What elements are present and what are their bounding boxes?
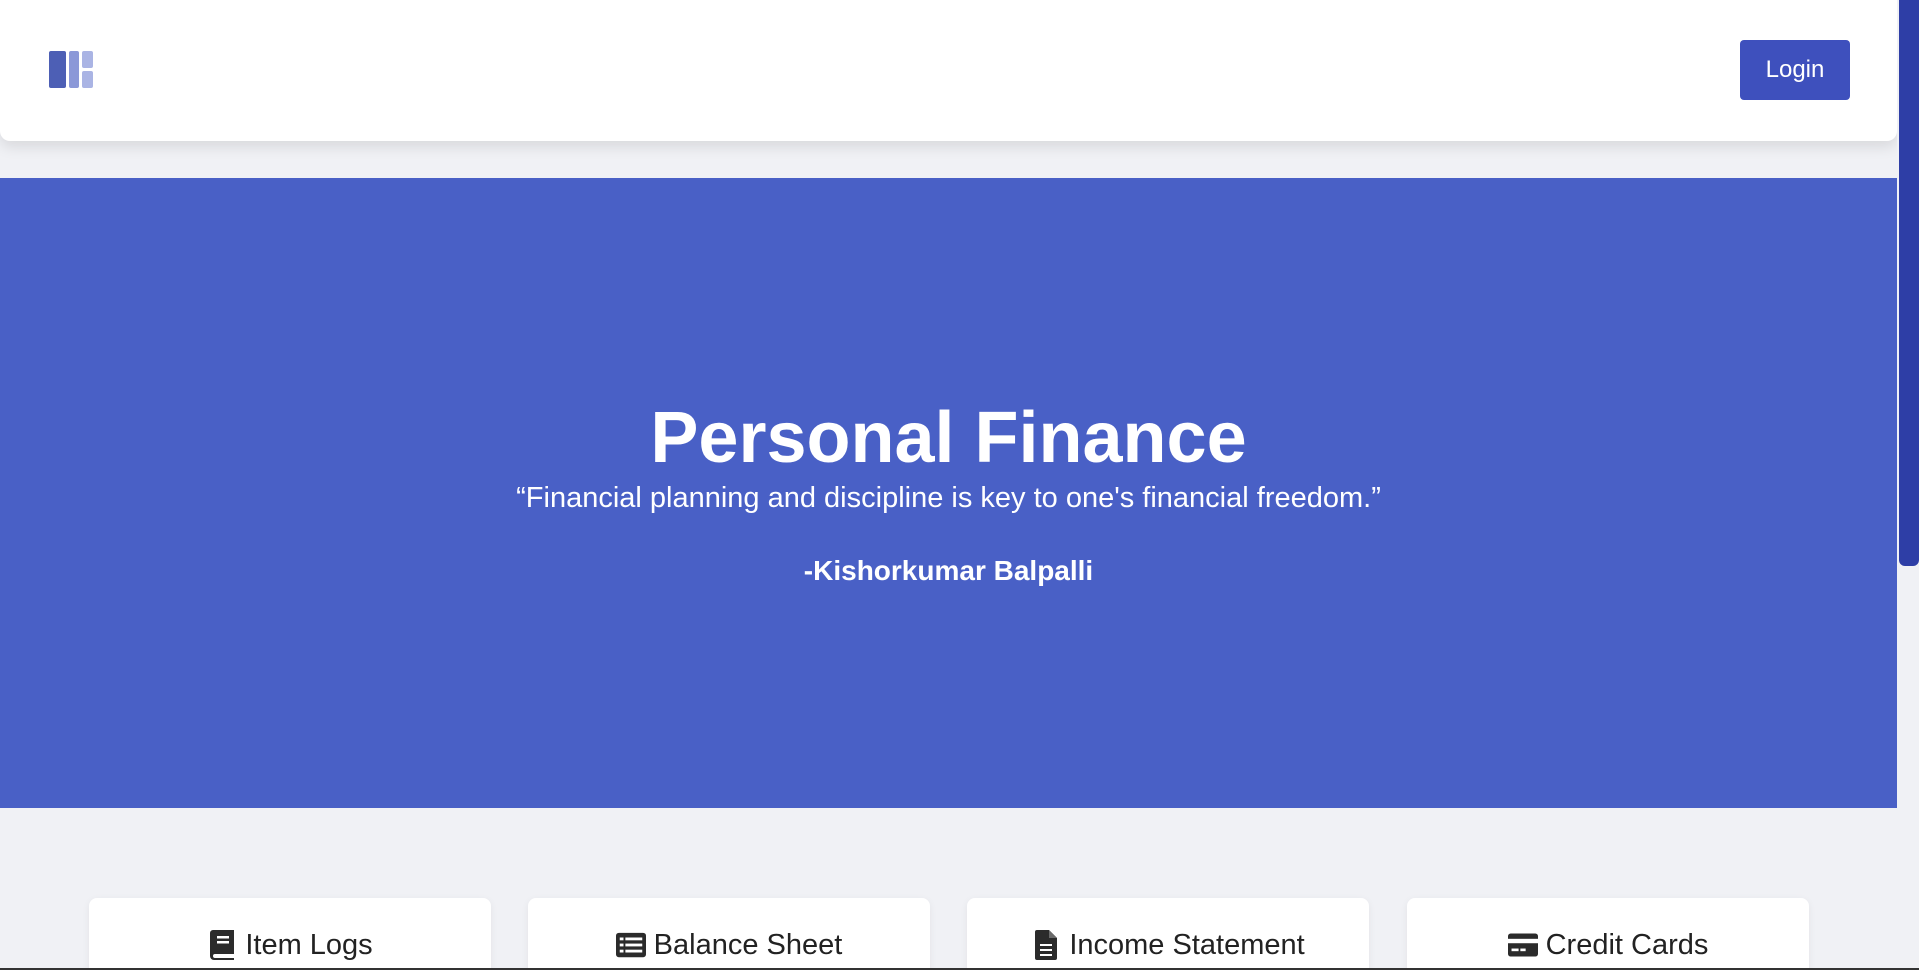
book-icon: [207, 930, 237, 960]
list-icon: [615, 930, 646, 960]
navbar: Login: [0, 0, 1897, 141]
card-label: Item Logs: [245, 929, 373, 961]
hero-banner: Personal Finance “Financial planning and…: [0, 178, 1897, 808]
card-label: Income Statement: [1069, 929, 1305, 961]
feature-cards: Item Logs Balance Sheet Income Statement…: [89, 898, 1809, 968]
window-bottom-strip: [0, 970, 1919, 979]
file-icon: [1031, 930, 1061, 960]
vertical-scrollbar[interactable]: [1897, 0, 1919, 968]
card-income-statement[interactable]: Income Statement: [967, 898, 1369, 968]
hero-quote: “Financial planning and discipline is ke…: [516, 482, 1381, 514]
card-balance-sheet[interactable]: Balance Sheet: [528, 898, 930, 968]
dashboard-logo-icon[interactable]: [49, 51, 94, 88]
browser-viewport: Login Personal Finance “Financial planni…: [0, 0, 1919, 979]
card-title: Item Logs: [207, 928, 373, 962]
card-title: Income Statement: [1031, 928, 1305, 962]
card-item-logs[interactable]: Item Logs: [89, 898, 491, 968]
hero-author: -Kishorkumar Balpalli: [803, 555, 1094, 586]
page-content: Login Personal Finance “Financial planni…: [0, 0, 1897, 968]
card-credit-cards[interactable]: Credit Cards: [1407, 898, 1809, 968]
card-label: Credit Cards: [1545, 929, 1709, 961]
scrollbar-thumb[interactable]: [1899, 0, 1919, 566]
card-title: Credit Cards: [1507, 928, 1709, 962]
card-title: Balance Sheet: [615, 928, 843, 962]
credit-card-icon: [1507, 930, 1538, 960]
login-button[interactable]: Login: [1740, 40, 1850, 100]
hero-title: Personal Finance: [650, 398, 1247, 478]
card-label: Balance Sheet: [653, 929, 843, 961]
